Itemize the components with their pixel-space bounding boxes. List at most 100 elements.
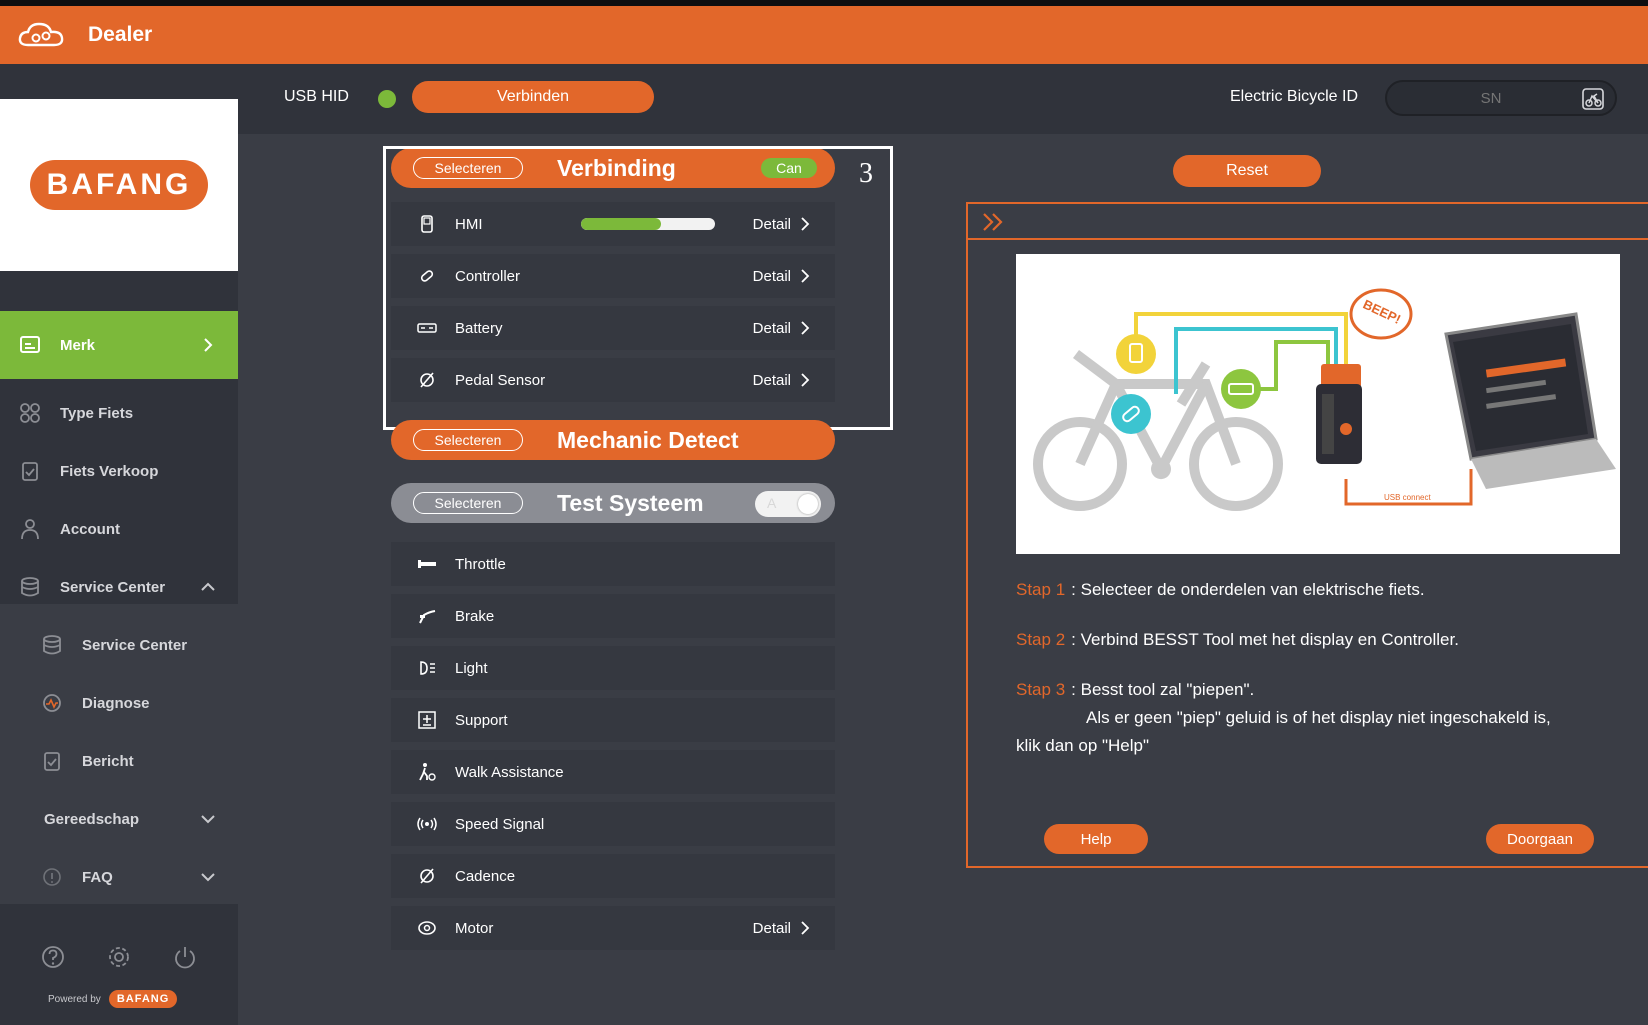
row-label: Motor <box>455 919 494 937</box>
row-cadence[interactable]: Cadence <box>391 854 835 898</box>
row-throttle[interactable]: Throttle <box>391 542 835 586</box>
step-1: Stap 1 : Selecteer de onderdelen van elek… <box>1016 576 1616 604</box>
help-circle-icon[interactable] <box>40 944 66 970</box>
step-3-extra-2: klik dan op "Help" <box>1016 736 1150 755</box>
ebike-id-label: Electric Bicycle ID <box>1230 88 1359 105</box>
row-label: Brake <box>455 607 495 625</box>
connect-button[interactable]: Verbinden <box>412 81 654 113</box>
step-3: Stap 3 : Besst tool zal "piepen". <box>1016 676 1616 704</box>
help-panel-header <box>968 204 1648 240</box>
database-icon <box>18 575 42 599</box>
connection-illustration: BEEP! USB connect <box>1016 254 1620 554</box>
step-label: Stap 3 <box>1016 680 1066 699</box>
row-brake[interactable]: Brake <box>391 594 835 638</box>
reset-button[interactable]: Reset <box>1173 155 1321 187</box>
chevron-up-icon <box>201 582 215 591</box>
sidebar-item-merk[interactable]: Merk <box>0 311 238 379</box>
sidebar-item-gereedschap[interactable]: Gereedschap <box>0 790 238 848</box>
panel-title: Test Systeem <box>557 489 704 516</box>
sidebar-item-label: Fiets Verkoop <box>60 462 159 480</box>
step-3-extra: Als er geen "piep" geluid is of het disp… <box>1086 708 1551 727</box>
sidebar-item-label: Diagnose <box>82 694 150 712</box>
sidebar-item-label: Gereedschap <box>44 810 140 828</box>
cloud-icon <box>18 22 64 47</box>
user-icon <box>18 517 42 541</box>
sidebar-item-label: Account <box>60 520 120 538</box>
step-label: Stap 1 <box>1016 580 1066 599</box>
bafang-mini-logo: BAFANG <box>108 990 178 1008</box>
sidebar-footer: Powered by BAFANG <box>0 904 238 1025</box>
brake-icon <box>415 604 439 628</box>
row-label: Walk Assistance <box>455 763 564 781</box>
row-walk-assistance[interactable]: Walk Assistance <box>391 750 835 794</box>
clipboard-icon <box>18 459 42 483</box>
sidebar-item-faq[interactable]: FAQ <box>0 848 238 906</box>
connection-bar: USB HID Verbinden Electric Bicycle ID <box>238 64 1648 134</box>
toggle-letter: A <box>767 495 777 511</box>
test-system-toggle[interactable]: A <box>755 491 821 517</box>
annotation-step-number: 3 <box>859 158 873 189</box>
help-button[interactable]: Help <box>1044 824 1148 854</box>
sidebar-item-fiets-verkoop[interactable]: Fiets Verkoop <box>0 442 238 500</box>
step-text: : Selecteer de onderdelen van elektrisch… <box>1071 580 1425 599</box>
step-label: Stap 2 <box>1016 630 1066 649</box>
diagnose-icon <box>40 691 64 715</box>
chevron-down-icon <box>201 873 215 882</box>
detail-link[interactable]: Detail <box>753 920 791 937</box>
sidebar-item-label: Merk <box>60 336 96 354</box>
sidebar-item-label: Service Center <box>60 578 166 596</box>
row-label: Speed Signal <box>455 815 545 833</box>
highlight-annotation-box <box>383 146 893 430</box>
speed-signal-icon <box>415 812 439 836</box>
sidebar-item-account[interactable]: Account <box>0 500 238 558</box>
row-label: Support <box>455 711 508 729</box>
continue-button[interactable]: Doorgaan <box>1486 824 1594 854</box>
throttle-icon <box>415 552 439 576</box>
gear-icon[interactable] <box>106 944 132 970</box>
app-title: Dealer <box>88 23 153 46</box>
row-label: Light <box>455 659 488 677</box>
info-icon <box>40 865 64 889</box>
mechanic-detect-header: Selecteren Mechanic Detect <box>391 420 835 460</box>
row-label: Throttle <box>455 555 506 573</box>
chevron-down-icon <box>201 815 215 824</box>
power-icon[interactable] <box>172 944 198 970</box>
sidebar-item-label: FAQ <box>82 868 113 886</box>
row-motor[interactable]: Motor Detail <box>391 906 835 950</box>
sidebar-subitem-service-center[interactable]: Service Center <box>0 616 238 674</box>
sidebar-item-label: Service Center <box>82 636 188 654</box>
motor-icon <box>415 916 439 940</box>
grid-icon <box>18 401 42 425</box>
chevron-right-icon <box>801 921 810 935</box>
light-icon <box>415 656 439 680</box>
row-speed-signal[interactable]: Speed Signal <box>391 802 835 846</box>
sidebar-subitem-diagnose[interactable]: Diagnose <box>0 674 238 732</box>
select-button[interactable]: Selecteren <box>413 429 523 451</box>
chevron-right-icon <box>204 338 213 352</box>
support-icon <box>415 708 439 732</box>
walk-assist-icon <box>415 760 439 784</box>
illustration-graphic: BEEP! USB connect <box>1033 288 1616 511</box>
database-icon <box>40 633 64 657</box>
panel-title: Mechanic Detect <box>557 426 739 453</box>
sidebar-subitem-bericht[interactable]: Bericht <box>0 732 238 790</box>
top-bar: Dealer <box>0 6 1648 64</box>
sidebar-item-label: Type Fiets <box>60 404 134 422</box>
clipboard-icon <box>40 749 64 773</box>
sidebar-item-type-fiets[interactable]: Type Fiets <box>0 384 238 442</box>
sidebar-item-label: Bericht <box>82 752 134 770</box>
powered-by: Powered by BAFANG <box>48 990 178 1008</box>
merk-icon <box>18 333 42 357</box>
bafang-logo: BAFANG <box>30 160 208 210</box>
app-window: Dealer BAFANG Merk Type Fiets Fiets Verk… <box>0 6 1648 1025</box>
step-text: : Verbind BESST Tool met het display en … <box>1071 630 1459 649</box>
toggle-knob <box>798 494 818 514</box>
powered-by-text: Powered by <box>48 993 101 1005</box>
select-button[interactable]: Selecteren <box>413 492 523 514</box>
bike-scan-icon[interactable] <box>1580 86 1606 112</box>
sidebar: BAFANG Merk Type Fiets Fiets Verkoop Acc… <box>0 64 238 1025</box>
row-light[interactable]: Light <box>391 646 835 690</box>
double-chevron-right-icon[interactable] <box>980 210 1008 234</box>
row-support[interactable]: Support <box>391 698 835 742</box>
step-text: : Besst tool zal "piepen". <box>1071 680 1255 699</box>
